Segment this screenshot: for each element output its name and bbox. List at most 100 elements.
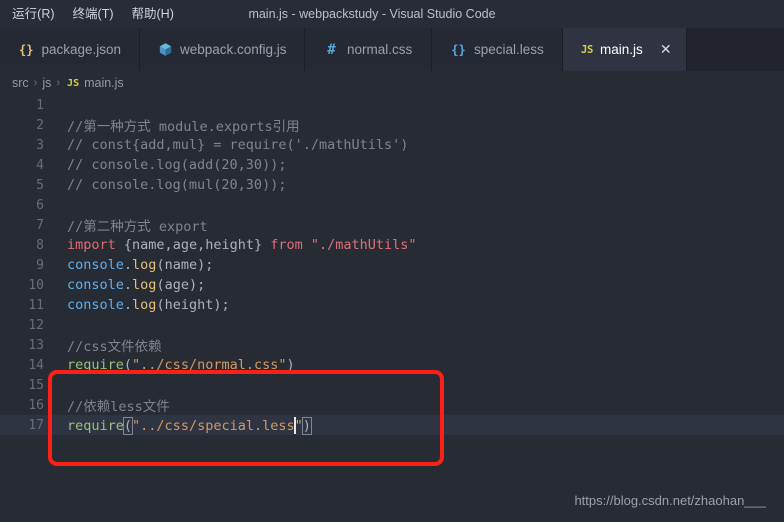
code-line[interactable]: 3 // const{add,mul} = require('./mathUti… (0, 135, 784, 155)
tab-label: package.json (41, 42, 121, 57)
paren-open-token: ( (122, 416, 134, 435)
code-line[interactable]: 11 console.log(height); (0, 295, 784, 315)
line-content[interactable]: //css文件依赖 (44, 335, 784, 355)
method-token: log (132, 297, 157, 313)
line-content[interactable]: // console.log(add(20,30)); (44, 157, 784, 173)
line-number: 3 (36, 137, 44, 153)
line-number: 7 (36, 217, 44, 233)
code-line[interactable]: 7 //第二种方式 export (0, 215, 784, 236)
line-content[interactable]: console.log(name); (44, 257, 784, 273)
comment-token: //依赖less文件 (67, 399, 170, 415)
webpack-cube-icon (158, 41, 173, 58)
line-number: 5 (36, 177, 44, 193)
tab-normal-css[interactable]: # normal.css (305, 28, 432, 71)
tab-label: special.less (474, 42, 544, 57)
line-content[interactable]: import {name,age,height} from "./mathUti… (44, 237, 784, 253)
keyword-token: import (67, 237, 116, 253)
string-token: "./mathUtils" (310, 237, 417, 253)
line-number: 12 (28, 317, 44, 333)
code-line[interactable]: 2 //第一种方式 module.exports引用 (0, 115, 784, 136)
js-icon: JS (67, 77, 80, 89)
comment-token: //css文件依赖 (67, 339, 162, 355)
chevron-right-icon: › (33, 77, 38, 89)
menu-item-run[interactable]: 运行(R) (3, 0, 63, 28)
close-icon[interactable]: ✕ (660, 43, 672, 57)
line-content[interactable]: //第二种方式 export (44, 215, 784, 235)
code-line[interactable]: 4 // console.log(add(20,30)); (0, 155, 784, 175)
method-token: log (132, 277, 157, 293)
line-content[interactable]: //依赖less文件 (44, 395, 784, 415)
breadcrumb-item-main-js[interactable]: main.js (84, 76, 124, 90)
line-content[interactable]: console.log(age); (44, 277, 784, 293)
comment-token: // console.log(add(20,30)); (67, 157, 287, 173)
hash-icon: # (327, 41, 336, 58)
paren-close-token: ) (286, 357, 295, 373)
tab-label: webpack.config.js (180, 42, 287, 57)
paren-close-token: ) (301, 416, 312, 435)
line-content[interactable]: require("../css/special.less") (44, 416, 784, 435)
comment-token: //第一种方式 module.exports引用 (67, 119, 300, 135)
line-number: 8 (36, 237, 44, 253)
less-braces-icon: {} (451, 42, 466, 57)
code-line[interactable]: 15 (0, 375, 784, 395)
code-line[interactable]: 8 import {name,age,height} from "./mathU… (0, 235, 784, 255)
code-line[interactable]: 12 (0, 315, 784, 335)
function-token: require (67, 357, 124, 373)
code-line[interactable]: 1 (0, 95, 784, 115)
line-content[interactable]: console.log(height); (44, 297, 784, 313)
line-number: 10 (28, 277, 44, 293)
string-quote-token: " (294, 417, 303, 434)
code-line[interactable]: 13 //css文件依赖 (0, 335, 784, 356)
comment-token: // console.log(mul(20,30)); (67, 177, 287, 193)
object-token: console (67, 257, 124, 273)
code-line[interactable]: 6 (0, 195, 784, 215)
line-number: 13 (28, 337, 44, 353)
code-line[interactable]: 9 console.log(name); (0, 255, 784, 275)
menu-item-help[interactable]: 帮助(H) (123, 0, 183, 28)
string-token: "../css/normal.css" (132, 357, 287, 373)
code-editor[interactable]: 1 2 //第一种方式 module.exports引用 3 // const{… (0, 95, 784, 522)
dot-token: . (123, 257, 133, 273)
keyword-token: from (270, 237, 303, 253)
code-line[interactable]: 10 console.log(age); (0, 275, 784, 295)
line-number: 14 (28, 357, 44, 373)
tab-special-less[interactable]: {} special.less (432, 28, 563, 71)
code-line[interactable]: 5 // console.log(mul(20,30)); (0, 175, 784, 195)
line-number: 9 (36, 257, 44, 273)
args-token: (name); (156, 257, 214, 273)
code-line[interactable]: 14 require("../css/normal.css") (0, 355, 784, 375)
vscode-window: ) 运行(R) 终端(T) 帮助(H) main.js - webpackstu… (0, 0, 784, 522)
paren-open-token: ( (123, 357, 133, 373)
tab-package-json[interactable]: {} package.json (0, 28, 140, 71)
tab-label: main.js (600, 42, 643, 57)
comment-token: //第二种方式 export (67, 219, 208, 235)
string-token: "../css/special.less (132, 417, 295, 434)
code-line[interactable]: 16 //依赖less文件 (0, 395, 784, 416)
breadcrumb-item-src[interactable]: src (12, 76, 29, 90)
line-number: 6 (36, 197, 44, 213)
watermark-url: https://blog.csdn.net/zhaohan___ (574, 493, 766, 508)
tab-main-js[interactable]: JS main.js ✕ (563, 28, 687, 71)
line-content[interactable]: //第一种方式 module.exports引用 (44, 115, 784, 135)
tab-label: normal.css (347, 42, 413, 57)
code-line-active[interactable]: 17 require("../css/special.less") (0, 415, 784, 435)
line-number: 11 (28, 297, 44, 313)
line-content[interactable]: // const{add,mul} = require('./mathUtils… (44, 137, 784, 153)
title-bar: ) 运行(R) 终端(T) 帮助(H) main.js - webpackstu… (0, 0, 784, 28)
menu-item-terminal[interactable]: 终端(T) (64, 0, 123, 28)
menu-bar: ) 运行(R) 终端(T) 帮助(H) (0, 0, 183, 28)
editor-tab-bar: {} package.json webpack.config.js # norm… (0, 28, 784, 71)
function-token: require (67, 417, 124, 434)
comment-token: // const{add,mul} = require('./mathUtils… (67, 137, 409, 153)
json-braces-icon: {} (18, 42, 34, 57)
line-content[interactable]: // console.log(mul(20,30)); (44, 177, 784, 193)
breadcrumb-item-js[interactable]: js (42, 76, 51, 90)
line-content[interactable]: require("../css/normal.css") (44, 357, 784, 373)
tab-webpack-config-js[interactable]: webpack.config.js (140, 28, 305, 71)
args-token: (height); (156, 297, 230, 313)
dot-token: . (123, 277, 133, 293)
args-token: (age); (156, 277, 206, 293)
